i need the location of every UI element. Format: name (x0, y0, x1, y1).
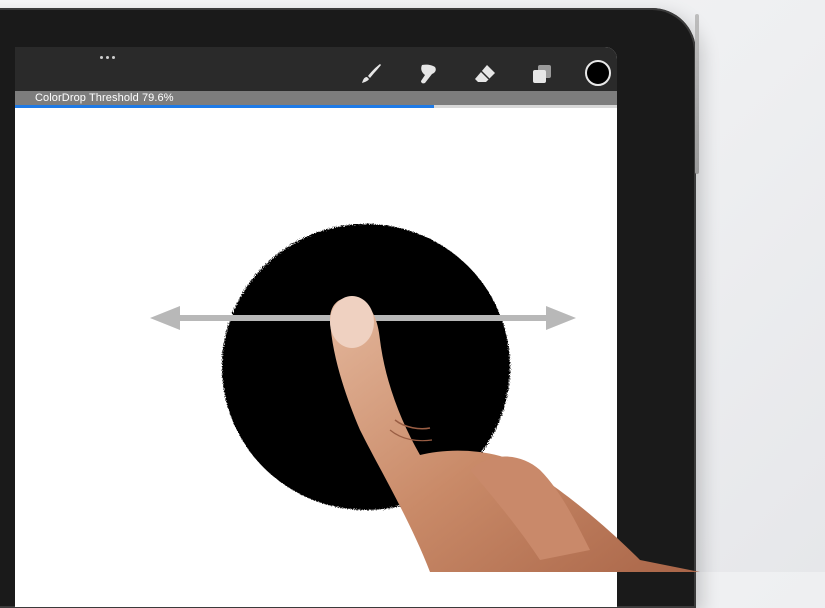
threshold-label: ColorDrop Threshold 79.6% (35, 92, 174, 104)
drawing-canvas[interactable] (15, 108, 617, 607)
app-screen: ColorDrop Threshold 79.6% (15, 47, 617, 607)
current-color-swatch[interactable] (585, 60, 611, 86)
brush-icon[interactable] (358, 61, 384, 87)
more-options-ellipsis-icon[interactable] (97, 51, 117, 63)
top-toolbar (15, 47, 617, 91)
tablet-device: ColorDrop Threshold 79.6% (0, 8, 699, 608)
threshold-status-bar: ColorDrop Threshold 79.6% (15, 91, 617, 105)
smudge-icon[interactable] (415, 61, 441, 87)
eraser-icon[interactable] (472, 61, 498, 87)
layers-icon[interactable] (529, 61, 555, 87)
